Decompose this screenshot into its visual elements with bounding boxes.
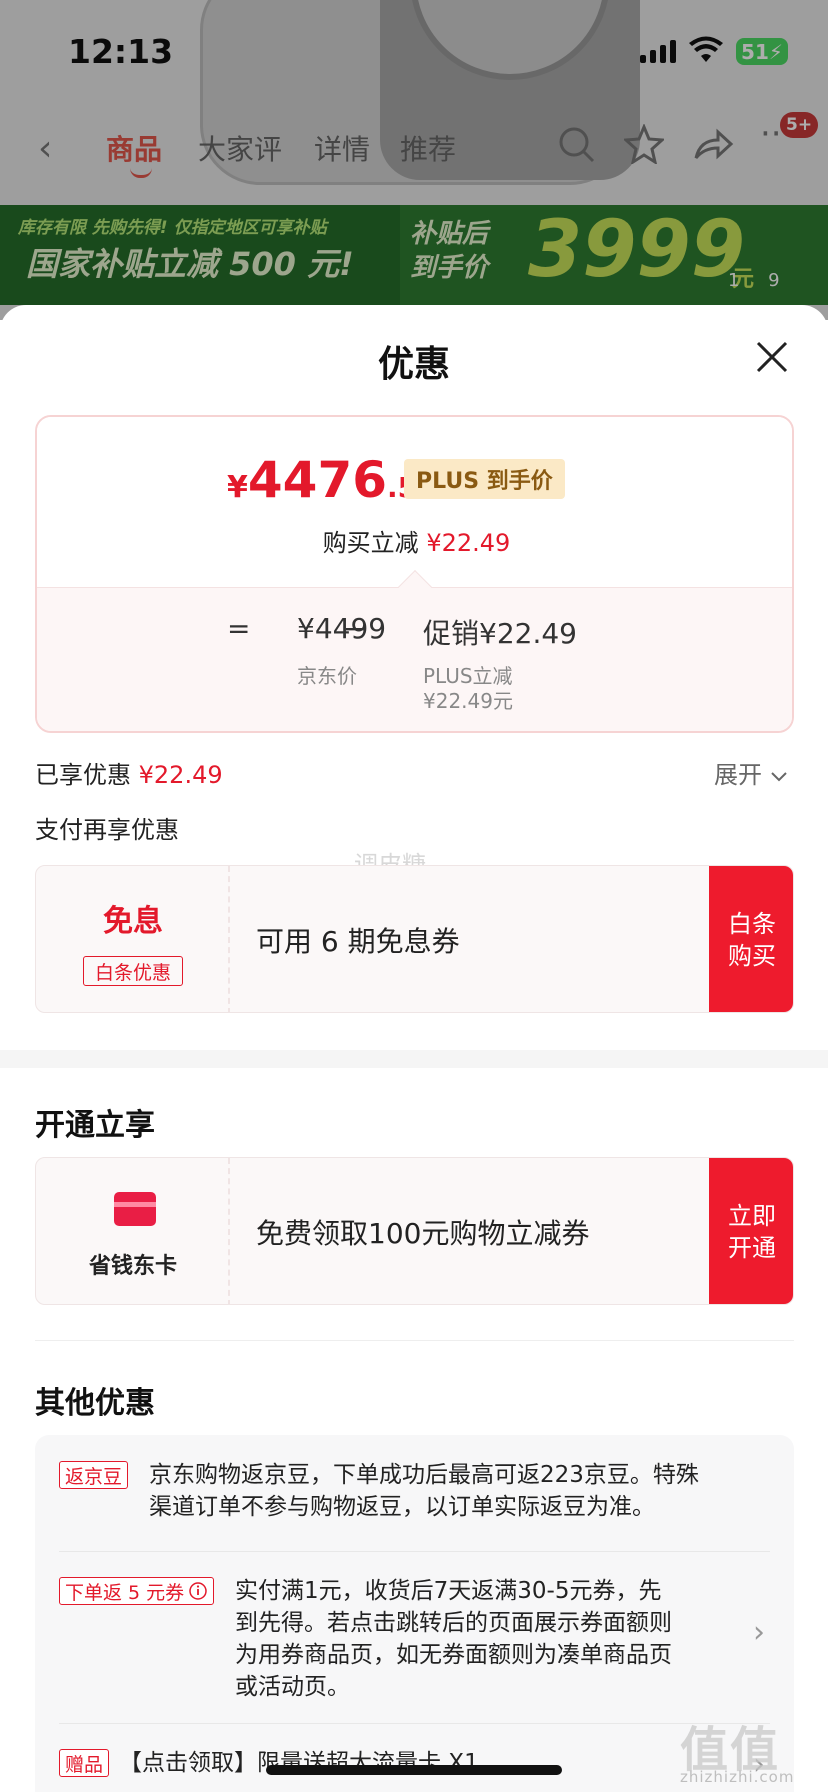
offer-tag: 返京豆 (59, 1461, 129, 1489)
chevron-right-icon: › (753, 1615, 765, 1650)
home-indicator[interactable] (266, 1765, 562, 1775)
open-now-button[interactable]: 立即开通 (709, 1158, 793, 1304)
thin-divider (35, 1340, 794, 1341)
price-breakdown-card: ¥ 4476 .51 PLUS 到手价 购买立减 ¥22.49 = ¥4499 … (35, 415, 794, 733)
formula-base-price: ¥4499 (297, 612, 387, 645)
sheet-title: 优惠 (377, 344, 450, 385)
card-icon (114, 1192, 156, 1226)
other-section-title: 其他优惠 (35, 1386, 155, 1421)
promo-detail: ¥22.49元 (423, 689, 513, 713)
pay-section-title: 支付再享优惠 (35, 816, 179, 844)
installment-desc: 可用 6 期免息券 (256, 925, 460, 958)
expand-button[interactable]: 展开 (714, 755, 788, 790)
brand-watermark-url: zhizhizhi.com (680, 1768, 795, 1786)
info-icon (189, 1582, 207, 1600)
savings-card-offer[interactable]: 省钱东卡 免费领取100元购物立减券 立即开通 (35, 1157, 794, 1305)
close-icon[interactable] (752, 337, 792, 377)
list-divider (59, 1723, 770, 1724)
offer-tag-label: 下单返 5 元券 (65, 1581, 185, 1604)
list-divider (59, 1551, 770, 1552)
offer-tag: 赠品 (59, 1749, 110, 1777)
background-product-page: 12:13 51 ⚡ ‹ 商品 大家评 详情 推荐 ··· 5+ 库存有限 先购先… (0, 0, 828, 320)
enjoyed-label: 已享优惠 (35, 761, 131, 789)
reduction-value: ¥22.49 (426, 529, 511, 557)
offer-text-line: 渠道订单不参与购物返豆，以订单实际返豆为准。 (149, 1494, 655, 1520)
enjoyed-discount: 已享优惠 ¥22.49 (35, 755, 223, 790)
baitiao-buy-button[interactable]: 白条购买 (709, 866, 793, 1012)
enjoyed-value: ¥22.49 (138, 761, 223, 789)
formula-equals: = (227, 612, 251, 645)
installment-offer-card[interactable]: 免息 白条优惠 可用 6 期免息券 白条购买 (35, 865, 794, 1013)
offer-tag: 下单返 5 元券 (59, 1577, 215, 1605)
offer-text-line: 到先得。若点击跳转后的页面展示券面额则 (235, 1610, 672, 1636)
instant-reduction: 购买立减 ¥22.49 (37, 523, 792, 558)
dim-overlay[interactable] (0, 0, 828, 320)
reduction-label: 购买立减 (322, 529, 419, 557)
price-formula-area (37, 587, 792, 731)
formula-minus: − (343, 612, 367, 645)
installment-title: 免息 (103, 904, 163, 939)
offer-text-line: 实付满1元，收货后7天返满30-5元券，先 (235, 1578, 662, 1604)
installment-tag: 白条优惠 (83, 956, 183, 986)
chevron-down-icon (770, 772, 787, 782)
section-divider (0, 1050, 828, 1068)
offer-text-line: 为用券商品页，如无券面额则为凑单商品页 (235, 1642, 672, 1668)
savings-card-label: 省钱东卡 (88, 1254, 177, 1279)
savings-card-left: 省钱东卡 (36, 1158, 230, 1304)
expand-label: 展开 (714, 761, 762, 789)
discount-sheet: 优惠 ¥ 4476 .51 PLUS 到手价 购买立减 ¥22.49 = ¥44… (0, 305, 828, 1792)
price-integer: 4476 (247, 451, 388, 509)
open-section-title: 开通立享 (35, 1108, 155, 1143)
formula-promo: 促销¥22.49 (423, 617, 577, 650)
plus-price-tag: PLUS 到手价 (404, 459, 565, 499)
offer-text-line: 或活动页。 (235, 1674, 350, 1700)
price-currency: ¥ (227, 470, 248, 505)
base-price-label: 京东价 (297, 664, 357, 688)
offer-text-line: 京东购物返京豆，下单成功后最高可返223京豆。特殊 (149, 1462, 699, 1488)
installment-left: 免息 白条优惠 (36, 866, 230, 1012)
savings-card-desc: 免费领取100元购物立减券 (256, 1217, 590, 1250)
